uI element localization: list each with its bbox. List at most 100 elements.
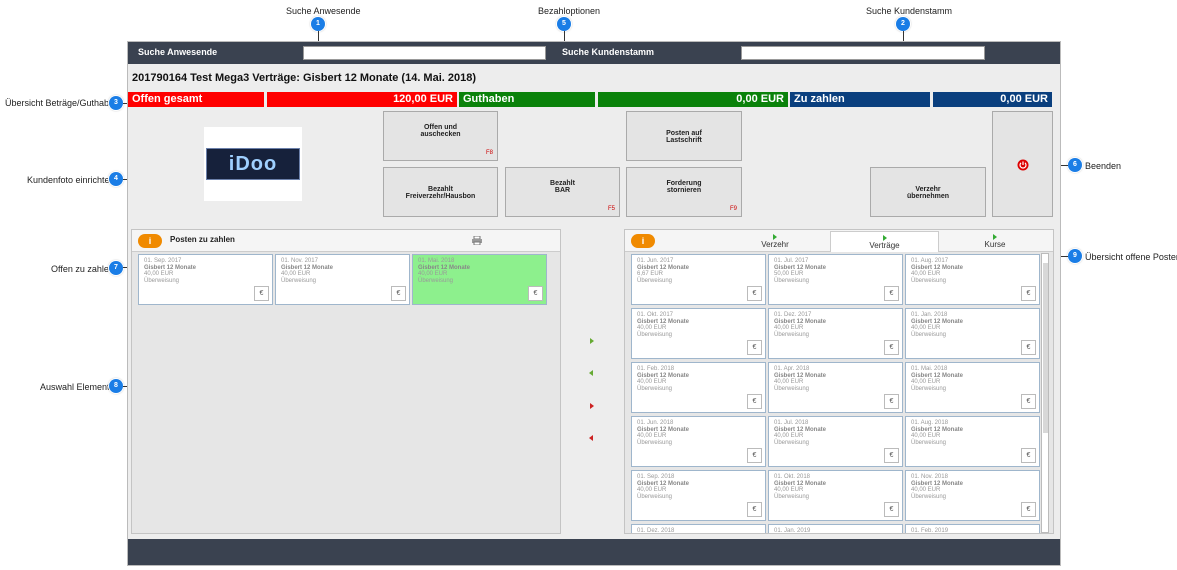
- search-present-label: Suche Anwesende: [138, 47, 218, 57]
- open-items-title: Posten zu zahlen: [170, 235, 235, 244]
- item-method: Überweisung: [911, 385, 947, 392]
- list-item[interactable]: 01. Jul. 2018 Gisbert 12 Monate 40,00 EUR Ü…: [768, 416, 903, 467]
- euro-button[interactable]: €: [254, 286, 269, 301]
- euro-button[interactable]: €: [884, 340, 899, 355]
- list-item[interactable]: 01. Okt. 2018 Gisbert 12 Monate 40,00 EUR Ü…: [768, 470, 903, 521]
- tab-vertraege[interactable]: Verträge: [830, 231, 939, 252]
- printer-icon[interactable]: [472, 236, 482, 245]
- euro-button[interactable]: €: [747, 286, 762, 301]
- item-date: 01. Dez. 2018: [637, 528, 675, 533]
- scrollbar-thumb[interactable]: [1043, 263, 1048, 433]
- item-method: Überweisung: [774, 493, 810, 500]
- item-method: Überweisung: [774, 277, 810, 284]
- list-item[interactable]: 01. Jun. 2017 Gisbert 12 Monate 6,67 EUR Üb…: [631, 254, 766, 305]
- move-right-arrow-icon[interactable]: [590, 338, 594, 344]
- item-method: Überweisung: [418, 277, 454, 284]
- credit-value: 0,00 EUR: [598, 92, 788, 107]
- euro-button[interactable]: €: [528, 286, 543, 301]
- item-method: Überweisung: [637, 331, 673, 338]
- euro-button[interactable]: €: [884, 286, 899, 301]
- euro-button[interactable]: €: [747, 394, 762, 409]
- item-method: Überweisung: [281, 277, 317, 284]
- customer-photo[interactable]: iDoo: [204, 127, 302, 201]
- paid-free-button[interactable]: Bezahlt Freiverzehr/Hausbon: [383, 167, 498, 217]
- credit-label: Guthaben: [459, 92, 595, 107]
- list-item[interactable]: 01. Jan. 2019€: [768, 524, 903, 533]
- item-method: Überweisung: [774, 439, 810, 446]
- item-method: Überweisung: [637, 439, 673, 446]
- scrollbar[interactable]: [1041, 253, 1049, 533]
- annotation-badge-5: 5: [557, 17, 571, 31]
- annotation-label-9: Übersicht offene Posten: [1085, 252, 1177, 262]
- list-item[interactable]: 01. Sep. 2018 Gisbert 12 Monate 40,00 EUR Ü…: [631, 470, 766, 521]
- item-method: Überweisung: [637, 493, 673, 500]
- euro-button[interactable]: €: [884, 502, 899, 517]
- tab-verzehr[interactable]: Verzehr: [721, 231, 829, 252]
- tab-kurse[interactable]: Kurse: [941, 231, 1049, 252]
- cancel-claim-button[interactable]: Forderung stornieren F9: [626, 167, 742, 217]
- list-item[interactable]: 01. Dez. 2018€: [631, 524, 766, 533]
- list-item[interactable]: 01. Aug. 2018 Gisbert 12 Monate 40,00 EUR Ü…: [905, 416, 1040, 467]
- top-bar: Suche Anwesende Suche Kundenstamm: [128, 42, 1060, 64]
- item-method: Überweisung: [774, 385, 810, 392]
- list-item[interactable]: 01. Mai. 2018 Gisbert 12 Monate 40,00 EUR Ü…: [412, 254, 547, 305]
- close-button[interactable]: [992, 111, 1053, 217]
- item-method: Überweisung: [637, 277, 673, 284]
- open-items-header: i Posten zu zahlen: [132, 230, 560, 252]
- annotation-badge-4: 4: [109, 172, 123, 186]
- list-item[interactable]: 01. Apr. 2018 Gisbert 12 Monate 40,00 EUR Ü…: [768, 362, 903, 413]
- euro-button[interactable]: €: [884, 394, 899, 409]
- list-item[interactable]: 01. Jan. 2018 Gisbert 12 Monate 40,00 EUR Ü…: [905, 308, 1040, 359]
- euro-button[interactable]: €: [884, 448, 899, 463]
- list-item[interactable]: 01. Mai. 2018 Gisbert 12 Monate 40,00 EUR Ü…: [905, 362, 1040, 413]
- annotation-label-3: Übersicht Beträge/Guthaben: [5, 98, 120, 108]
- list-item[interactable]: 01. Feb. 2019€: [905, 524, 1040, 533]
- list-item[interactable]: 01. Nov. 2018 Gisbert 12 Monate 40,00 EUR Ü…: [905, 470, 1040, 521]
- search-customer-input[interactable]: [741, 46, 985, 60]
- list-item[interactable]: 01. Dez. 2017 Gisbert 12 Monate 40,00 EUR Ü…: [768, 308, 903, 359]
- item-method: Überweisung: [911, 493, 947, 500]
- euro-button[interactable]: €: [1021, 502, 1036, 517]
- list-item[interactable]: 01. Aug. 2017 Gisbert 12 Monate 40,00 EUR Ü…: [905, 254, 1040, 305]
- paid-cash-button[interactable]: Bezahlt BAR F5: [505, 167, 620, 217]
- checkout-button[interactable]: Offen und auschecken F8: [383, 111, 498, 161]
- annotation-badge-1: 1: [311, 17, 325, 31]
- page-title: 201790164 Test Mega3 Verträge: Gisbert 1…: [132, 72, 477, 84]
- annotation-label-7: Offen zu zahlen: [51, 264, 114, 274]
- move-left-arrow-icon[interactable]: [589, 370, 593, 376]
- item-date: 01. Jan. 2019: [774, 528, 811, 533]
- annotation-badge-3: 3: [109, 96, 123, 110]
- open-posts-list: 01. Jun. 2017 Gisbert 12 Monate 6,67 EUR Üb…: [625, 253, 1041, 533]
- search-present-input[interactable]: [303, 46, 546, 60]
- euro-button[interactable]: €: [1021, 340, 1036, 355]
- euro-button[interactable]: €: [1021, 286, 1036, 301]
- debit-button[interactable]: Posten auf Lastschrift: [626, 111, 742, 161]
- move-all-left-arrow-icon[interactable]: [589, 435, 593, 441]
- play-icon: [993, 234, 997, 240]
- list-item[interactable]: 01. Jun. 2018 Gisbert 12 Monate 40,00 EUR Ü…: [631, 416, 766, 467]
- take-consumption-button[interactable]: Verzehr übernehmen: [870, 167, 986, 217]
- list-item[interactable]: 01. Feb. 2018 Gisbert 12 Monate 40,00 EUR Ü…: [631, 362, 766, 413]
- open-posts-panel: i Verzehr Verträge Kurse 01. Jun. 2017 Gi…: [624, 229, 1054, 534]
- euro-button[interactable]: €: [1021, 394, 1036, 409]
- item-method: Überweisung: [911, 439, 947, 446]
- open-total-value: 120,00 EUR: [267, 92, 457, 107]
- euro-button[interactable]: €: [747, 448, 762, 463]
- list-item[interactable]: 01. Nov. 2017 Gisbert 12 Monate 40,00 EUR Ü…: [275, 254, 410, 305]
- move-all-right-arrow-icon[interactable]: [590, 403, 594, 409]
- list-item[interactable]: 01. Okt. 2017 Gisbert 12 Monate 40,00 EUR Ü…: [631, 308, 766, 359]
- list-item[interactable]: 01. Jul. 2017 Gisbert 12 Monate 50,00 EUR Ü…: [768, 254, 903, 305]
- euro-button[interactable]: €: [747, 340, 762, 355]
- annotation-badge-2: 2: [896, 17, 910, 31]
- info-icon: i: [138, 234, 162, 248]
- euro-button[interactable]: €: [1021, 448, 1036, 463]
- item-date: 01. Feb. 2019: [911, 528, 949, 533]
- annotation-badge-7: 7: [109, 261, 123, 275]
- euro-button[interactable]: €: [391, 286, 406, 301]
- annotation-label-1: Suche Anwesende: [286, 6, 361, 16]
- euro-button[interactable]: €: [747, 502, 762, 517]
- list-item[interactable]: 01. Sep. 2017 Gisbert 12 Monate 40,00 EUR Ü…: [138, 254, 273, 305]
- item-method: Überweisung: [911, 277, 947, 284]
- logo: iDoo: [206, 148, 300, 180]
- annotation-label-2: Suche Kundenstamm: [866, 6, 953, 16]
